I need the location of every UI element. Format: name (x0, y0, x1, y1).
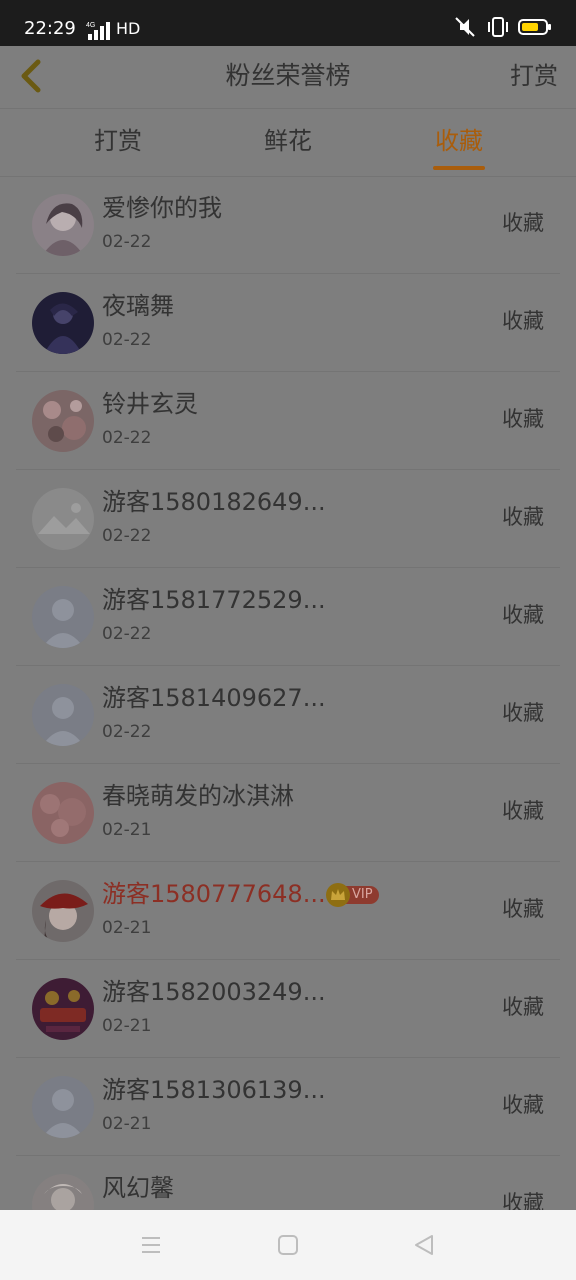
list-item[interactable]: 春晓萌发的冰淇淋 02-21 收藏 (0, 764, 576, 862)
default-avatar-icon (32, 586, 94, 648)
menu-icon (142, 1237, 160, 1253)
user-name: 游客1580182649... (102, 488, 326, 516)
date: 02-22 (102, 330, 152, 350)
user-name: 游客1582003249... (102, 978, 326, 1006)
collect-label: 收藏 (502, 897, 544, 921)
svg-text:4G: 4G (86, 22, 95, 29)
app-header: 粉丝荣誉榜 打赏 (0, 46, 576, 109)
list-item[interactable]: 铃井玄灵 02-22 收藏 (0, 372, 576, 470)
vip-badge: VIP (326, 883, 379, 907)
date: 02-22 (102, 232, 152, 252)
menu-button[interactable] (138, 1232, 164, 1258)
tab-collect[interactable]: 收藏 (399, 125, 519, 157)
home-icon (278, 1235, 298, 1255)
list-item[interactable]: 游客1582003249... 02-21 收藏 (0, 960, 576, 1058)
collect-label: 收藏 (502, 505, 544, 529)
collect-label: 收藏 (502, 407, 544, 431)
date: 02-22 (102, 526, 152, 546)
date: 02-21 (102, 918, 152, 938)
signal-icon: 4G (86, 16, 112, 40)
user-name: 春晓萌发的冰淇淋 (102, 782, 294, 810)
date: 02-21 (102, 820, 152, 840)
user-name: 夜璃舞 (102, 292, 174, 320)
list-item[interactable]: 夜璃舞 02-22 收藏 (0, 274, 576, 372)
collect-label: 收藏 (502, 1093, 544, 1117)
collect-label: 收藏 (502, 995, 544, 1019)
avatar (32, 292, 94, 354)
battery-icon (518, 17, 552, 41)
list-item[interactable]: 游客1581772529... 02-22 收藏 (0, 568, 576, 666)
hd-indicator: HD (116, 19, 141, 38)
active-tab-indicator (433, 166, 485, 170)
list-item[interactable]: 爱惨你的我 02-22 收藏 (0, 176, 576, 274)
system-nav-bar (0, 1210, 576, 1280)
user-name: 游客1581409627... (102, 684, 326, 712)
user-name: 游客1581772529... (102, 586, 326, 614)
tab-reward[interactable]: 打赏 (58, 125, 178, 157)
default-avatar-icon (32, 1076, 94, 1138)
user-name: 游客1580777648... (102, 880, 326, 908)
list-item[interactable]: 游客1580182649... 02-22 收藏 (0, 470, 576, 568)
collect-label: 收藏 (502, 309, 544, 333)
collect-label: 收藏 (502, 701, 544, 725)
list-item[interactable]: 游客1581306139... 02-21 收藏 (0, 1058, 576, 1156)
status-time: 22:29 (24, 18, 76, 39)
tab-flowers[interactable]: 鲜花 (228, 125, 348, 157)
back-triangle-icon (415, 1235, 433, 1255)
home-button[interactable] (275, 1232, 301, 1258)
list-item[interactable]: 游客1580777648... VIP 02-21 收藏 (0, 862, 576, 960)
collect-label: 收藏 (502, 603, 544, 627)
user-name: 铃井玄灵 (102, 390, 198, 418)
user-name: 爱惨你的我 (102, 194, 222, 222)
collect-label: 收藏 (502, 211, 544, 235)
avatar (32, 488, 94, 550)
crown-icon (326, 883, 350, 907)
date: 02-21 (102, 1016, 152, 1036)
date: 02-22 (102, 428, 152, 448)
mute-icon (452, 14, 478, 44)
user-name: 风幻馨 (102, 1174, 174, 1202)
date: 02-22 (102, 624, 152, 644)
date: 02-22 (102, 722, 152, 742)
default-avatar-icon (32, 684, 94, 746)
tab-bar: 打赏 鲜花 收藏 (0, 108, 576, 177)
vibrate-icon (486, 14, 510, 44)
date: 02-21 (102, 1114, 152, 1134)
avatar (32, 880, 94, 942)
fan-list: 爱惨你的我 02-22 收藏 夜璃舞 02-22 收藏 铃井玄灵 02-22 收… (0, 176, 576, 1254)
back-nav-button[interactable] (411, 1232, 437, 1258)
collect-label: 收藏 (502, 799, 544, 823)
avatar (32, 782, 94, 844)
page-title: 粉丝荣誉榜 (225, 61, 351, 90)
status-bar: 22:29 4G HD (0, 0, 576, 46)
list-item[interactable]: 游客1581409627... 02-22 收藏 (0, 666, 576, 764)
avatar (32, 978, 94, 1040)
user-name: 游客1581306139... (102, 1076, 326, 1104)
reward-button[interactable]: 打赏 (510, 60, 558, 92)
avatar (32, 194, 94, 256)
avatar (32, 390, 94, 452)
